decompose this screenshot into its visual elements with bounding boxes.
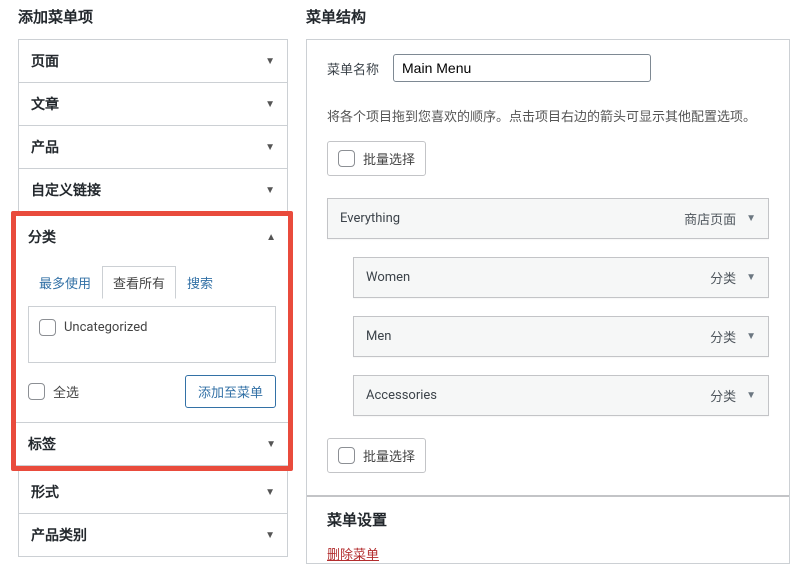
menu-structure-panel: 菜单名称 将各个项目拖到您喜欢的顺序。点击项目右边的箭头可显示其他配置选项。 批… (306, 39, 790, 564)
menu-item-type-accordion: 页面 ▼ 文章 ▼ 产品 ▼ 自定义链接 ▼ (18, 39, 288, 557)
menu-name-input[interactable] (393, 54, 651, 82)
menu-settings-heading: 菜单设置 (327, 509, 769, 530)
highlight-annotation: 分类 ▲ 最多使用 查看所有 搜索 Uncategorized (11, 211, 293, 471)
caret-down-icon[interactable]: ▼ (746, 213, 756, 224)
caret-down-icon: ▼ (265, 56, 275, 67)
menu-item-label: Everything (340, 211, 400, 226)
select-all-label: 全选 (53, 382, 79, 401)
menu-item-label: Women (366, 270, 410, 285)
bulk-select-label: 批量选择 (363, 149, 415, 168)
drag-instructions: 将各个项目拖到您喜欢的顺序。点击项目右边的箭头可显示其他配置选项。 (327, 106, 769, 125)
checkbox-icon[interactable] (39, 319, 56, 336)
category-tabs: 最多使用 查看所有 搜索 (28, 266, 276, 298)
add-to-menu-button[interactable]: 添加至菜单 (185, 375, 276, 408)
menu-item[interactable]: Men 分类 ▼ (353, 316, 769, 357)
category-item-uncategorized-row[interactable]: Uncategorized (39, 317, 265, 338)
menu-item-type: 商店页面 (684, 209, 736, 228)
tab-view-all[interactable]: 查看所有 (102, 266, 176, 299)
tab-most-used[interactable]: 最多使用 (28, 266, 102, 299)
caret-down-icon: ▼ (265, 530, 275, 541)
menu-structure-heading: 菜单结构 (306, 6, 790, 27)
caret-up-icon: ▲ (266, 232, 276, 243)
caret-down-icon[interactable]: ▼ (746, 390, 756, 401)
panel-posts[interactable]: 文章 ▼ (19, 83, 287, 125)
checkbox-icon[interactable] (28, 383, 45, 400)
panel-pages[interactable]: 页面 ▼ (19, 40, 287, 82)
bulk-select-bottom[interactable]: 批量选择 (327, 438, 426, 473)
divider (307, 495, 789, 497)
menu-item[interactable]: Accessories 分类 ▼ (353, 375, 769, 416)
checkbox-icon[interactable] (338, 150, 355, 167)
caret-down-icon: ▼ (266, 439, 276, 450)
panel-pages-label: 页面 (31, 51, 59, 71)
caret-down-icon: ▼ (265, 487, 275, 498)
menu-items-list: Everything 商店页面 ▼ Women 分类 ▼ Men (327, 198, 769, 416)
panel-categories-label: 分类 (28, 227, 56, 247)
menu-item-type: 分类 (710, 268, 736, 287)
panel-product-categories[interactable]: 产品类别 ▼ (19, 514, 287, 556)
panel-product-categories-label: 产品类别 (31, 525, 87, 545)
panel-custom-links-label: 自定义链接 (31, 180, 101, 200)
panel-formats-label: 形式 (31, 482, 59, 502)
category-list: Uncategorized (28, 306, 276, 363)
menu-item[interactable]: Women 分类 ▼ (353, 257, 769, 298)
menu-item[interactable]: Everything 商店页面 ▼ (327, 198, 769, 239)
caret-down-icon: ▼ (265, 185, 275, 196)
panel-posts-label: 文章 (31, 94, 59, 114)
panel-categories-body: 最多使用 查看所有 搜索 Uncategorized (16, 258, 288, 422)
caret-down-icon[interactable]: ▼ (746, 331, 756, 342)
menu-item-label: Men (366, 329, 391, 344)
delete-menu-link[interactable]: 删除菜单 (327, 548, 379, 563)
checkbox-icon[interactable] (338, 447, 355, 464)
caret-down-icon[interactable]: ▼ (746, 272, 756, 283)
caret-down-icon: ▼ (265, 99, 275, 110)
select-all-row[interactable]: 全选 (28, 380, 79, 403)
menu-item-type: 分类 (710, 386, 736, 405)
bulk-select-top[interactable]: 批量选择 (327, 141, 426, 176)
panel-formats[interactable]: 形式 ▼ (19, 471, 287, 513)
menu-item-type: 分类 (710, 327, 736, 346)
tab-search[interactable]: 搜索 (176, 266, 224, 299)
panel-custom-links[interactable]: 自定义链接 ▼ (19, 169, 287, 211)
category-item-label: Uncategorized (64, 320, 147, 335)
panel-products[interactable]: 产品 ▼ (19, 126, 287, 168)
menu-item-label: Accessories (366, 388, 437, 403)
add-menu-items-heading: 添加菜单项 (18, 6, 288, 27)
panel-products-label: 产品 (31, 137, 59, 157)
panel-tags[interactable]: 标签 ▼ (16, 423, 288, 465)
caret-down-icon: ▼ (265, 142, 275, 153)
menu-name-label: 菜单名称 (327, 59, 379, 78)
panel-tags-label: 标签 (28, 434, 56, 454)
panel-categories[interactable]: 分类 ▲ (16, 216, 288, 258)
bulk-select-label: 批量选择 (363, 446, 415, 465)
